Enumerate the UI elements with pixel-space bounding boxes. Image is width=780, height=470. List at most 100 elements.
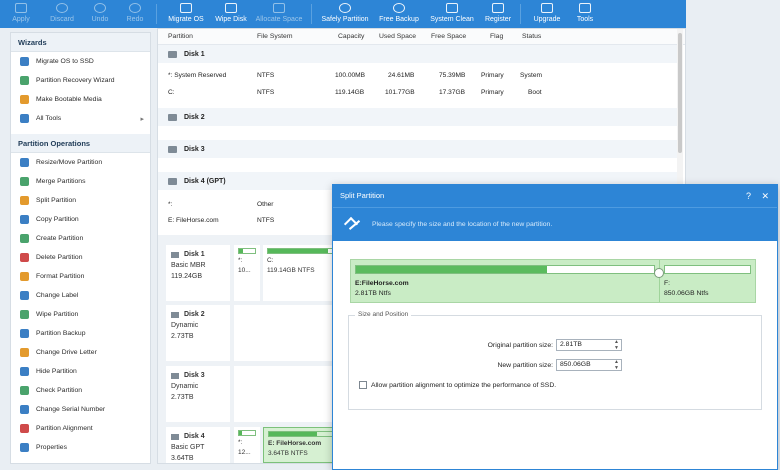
original-size-stepper[interactable]: 2.81TB ▲ ▼ <box>556 339 622 351</box>
sidebar-item-wipe-partition[interactable]: Wipe Partition <box>11 305 150 324</box>
sidebar-item-change-label[interactable]: Change Label <box>11 286 150 305</box>
disk-map-partition-selected[interactable]: E: FileHorse.com 3.64TB NTFS <box>263 427 343 463</box>
sidebar-item-label: Change Serial Number <box>36 406 106 413</box>
hide-partition-icon <box>20 367 29 376</box>
migrate-os-button[interactable]: Migrate OS <box>161 0 211 28</box>
disk-map-disk1[interactable]: Disk 1 Basic MBR 119.24GB <box>166 245 230 301</box>
allocate-space-button[interactable]: Allocate Space <box>251 0 307 28</box>
tools-icon <box>579 3 591 13</box>
sidebar-item-hide-partition[interactable]: Hide Partition <box>11 362 150 381</box>
discard-button[interactable]: Discard <box>42 0 82 28</box>
disk-map-partition[interactable] <box>234 305 343 361</box>
new-size-stepper[interactable]: 850.06GB ▲ ▼ <box>556 359 622 371</box>
wipe-partition-icon <box>20 310 29 319</box>
all-tools-icon <box>20 114 29 123</box>
sidebar-item-label: Format Partition <box>36 273 85 280</box>
toolbar: Apply Discard Undo Redo Migrate OS Wipe Disk A… <box>0 0 686 28</box>
col-used-space[interactable]: Used Space <box>379 33 416 40</box>
toolbar-label: Allocate Space <box>255 16 303 23</box>
table-row[interactable]: *: System Reserved NTFS 100.00MB 24.61MB… <box>158 69 678 83</box>
redo-icon <box>129 3 141 13</box>
left-usage-bar <box>355 265 655 274</box>
sidebar-item-copy-partition[interactable]: Copy Partition <box>11 210 150 229</box>
redo-button[interactable]: Redo <box>118 0 152 28</box>
system-clean-button[interactable]: System Clean <box>424 0 480 28</box>
change-drive-letter-icon <box>20 348 29 357</box>
sidebar-item-delete-partition[interactable]: Delete Partition <box>11 248 150 267</box>
sidebar-item-migrate-os-to-ssd[interactable]: Migrate OS to SSD <box>11 52 150 71</box>
sidebar-item-make-bootable-media[interactable]: Make Bootable Media <box>11 90 150 109</box>
table-row[interactable]: C: NTFS 119.14GB 101.77GB 17.37GB Primar… <box>158 86 678 100</box>
disk-map-partition[interactable]: C: 119.14GB NTFS <box>263 245 343 301</box>
safely-partition-button[interactable]: Safely Partition <box>316 0 374 28</box>
sidebar-item-properties[interactable]: Properties <box>11 438 150 457</box>
sidebar-item-change-serial-number[interactable]: Change Serial Number <box>11 400 150 419</box>
sidebar-item-label: Change Drive Letter <box>36 349 97 356</box>
sidebar-item-label: Copy Partition <box>36 216 79 223</box>
undo-button[interactable]: Undo <box>82 0 118 28</box>
sidebar-item-merge-partitions[interactable]: Merge Partitions <box>11 172 150 191</box>
stepper-arrows-icon[interactable]: ▲ ▼ <box>614 359 619 371</box>
wipe-disk-button[interactable]: Wipe Disk <box>211 0 251 28</box>
table-scrollbar[interactable] <box>677 29 683 189</box>
disk-map-partition[interactable]: *: 10... <box>234 245 260 301</box>
stepper-arrows-icon[interactable]: ▲ ▼ <box>614 339 619 351</box>
toolbar-label: Upgrade <box>533 16 561 23</box>
sidebar-item-change-drive-letter[interactable]: Change Drive Letter <box>11 343 150 362</box>
sidebar-item-partition-alignment[interactable]: Partition Alignment <box>11 419 150 438</box>
disk-map-disk3[interactable]: Disk 3 Dynamic 2.73TB <box>166 366 230 422</box>
copy-partition-icon <box>20 215 29 224</box>
disk-map-partition[interactable]: *: 12... <box>234 427 260 463</box>
col-flag[interactable]: Flag <box>490 33 503 40</box>
sidebar-item-check-partition[interactable]: Check Partition <box>11 381 150 400</box>
undo-icon <box>94 3 106 13</box>
disk-map-disk2[interactable]: Disk 2 Dynamic 2.73TB <box>166 305 230 361</box>
upgrade-icon <box>541 3 553 13</box>
sidebar-item-create-partition[interactable]: Create Partition <box>11 229 150 248</box>
sidebar-item-label: Change Label <box>36 292 79 299</box>
ssd-alignment-checkbox[interactable]: Allow partition alignment to optimize th… <box>359 381 556 389</box>
disk-row-1[interactable]: Disk 1 <box>158 45 678 63</box>
disk-map-partition[interactable] <box>234 366 343 422</box>
sidebar-item-resize-move-partition[interactable]: Resize/Move Partition <box>11 153 150 172</box>
col-file-system[interactable]: File System <box>257 33 293 40</box>
wizards-heading: Wizards <box>11 33 150 52</box>
sidebar-item-partition-backup[interactable]: Partition Backup <box>11 324 150 343</box>
scrollbar-thumb[interactable] <box>678 33 682 153</box>
free-backup-button[interactable]: Free Backup <box>374 0 424 28</box>
disk-map-disk4[interactable]: Disk 4 Basic GPT 3.64TB <box>166 427 230 463</box>
split-partition-icon <box>20 196 29 205</box>
check-partition-icon <box>20 386 29 395</box>
split-left-partition[interactable]: E:FileHorse.com 2.81TB Ntfs <box>351 260 660 302</box>
help-icon[interactable]: ? <box>746 185 751 207</box>
disk-row-3[interactable]: Disk 3 <box>158 140 678 158</box>
toolbar-label: System Clean <box>430 16 474 23</box>
split-drag-handle[interactable] <box>654 268 664 278</box>
close-icon[interactable]: ✕ <box>761 185 769 207</box>
usage-bar <box>268 431 338 437</box>
checkbox-box[interactable] <box>359 381 367 389</box>
sidebar-item-label: Partition Recovery Wizard <box>36 77 115 84</box>
register-button[interactable]: Register <box>480 0 516 28</box>
toolbar-label: Free Backup <box>379 16 419 23</box>
change-label-icon <box>20 291 29 300</box>
sidebar-item-split-partition[interactable]: Split Partition <box>11 191 150 210</box>
col-free-space[interactable]: Free Space <box>431 33 466 40</box>
col-status[interactable]: Status <box>522 33 541 40</box>
sidebar-item-partition-recovery-wizard[interactable]: Partition Recovery Wizard <box>11 71 150 90</box>
upgrade-button[interactable]: Upgrade <box>525 0 569 28</box>
sidebar-item-all-tools[interactable]: All Tools ▸ <box>11 109 150 128</box>
partition-operations-heading: Partition Operations <box>11 134 150 153</box>
sidebar-item-format-partition[interactable]: Format Partition <box>11 267 150 286</box>
disk-icon <box>171 372 179 379</box>
disk-row-2[interactable]: Disk 2 <box>158 108 678 126</box>
split-right-partition[interactable]: F: 850.06GB Ntfs <box>660 260 755 302</box>
sidebar-item-label: Make Bootable Media <box>36 96 102 103</box>
apply-button[interactable]: Apply <box>0 0 42 28</box>
disk-icon <box>171 433 179 440</box>
col-partition[interactable]: Partition <box>168 33 193 40</box>
col-capacity[interactable]: Capacity <box>338 33 364 40</box>
usage-bar <box>238 430 256 436</box>
discard-icon <box>56 3 68 13</box>
tools-button[interactable]: Tools <box>569 0 601 28</box>
